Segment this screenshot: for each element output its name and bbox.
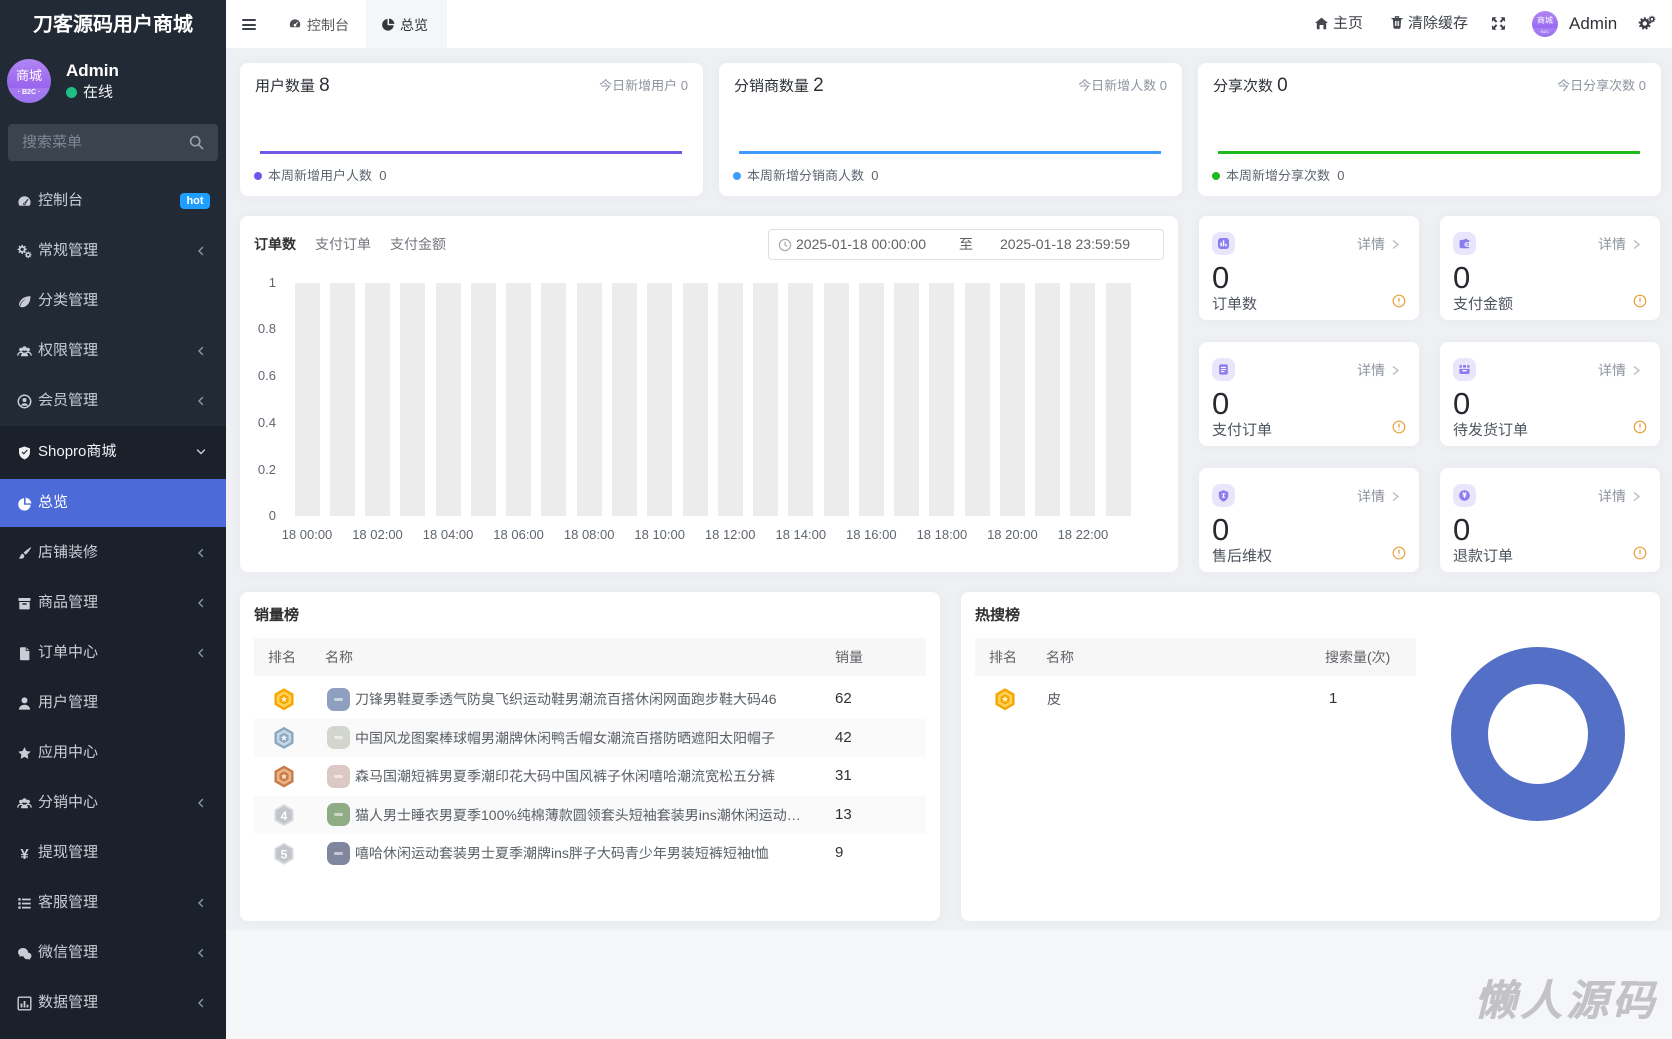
svg-text:5: 5: [281, 848, 288, 862]
svg-text:¥: ¥: [20, 846, 29, 861]
svg-text:4: 4: [281, 809, 288, 823]
